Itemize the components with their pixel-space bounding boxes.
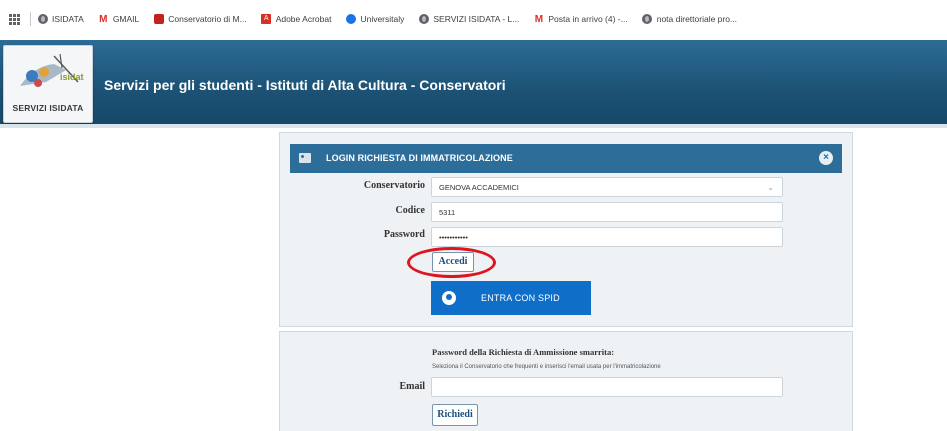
- conservatorio-value: GENOVA ACCADEMICI: [439, 183, 519, 192]
- bookmark-label: Adobe Acrobat: [275, 14, 332, 24]
- bookmark-label: SERVIZI ISIDATA - L...: [433, 14, 520, 24]
- page-title: Servizi per gli studenti - Istituti di A…: [104, 77, 506, 93]
- logo-text: isidata: [60, 72, 84, 82]
- codice-input[interactable]: 5311: [431, 202, 783, 222]
- conservatorio-label: Conservatorio: [363, 180, 425, 191]
- email-input[interactable]: [431, 377, 783, 397]
- isidata-logo[interactable]: isidata SERVIZI ISIDATA: [3, 45, 93, 123]
- recovery-title: Password della Richiesta di Ammissione s…: [432, 347, 615, 357]
- login-panel-title: LOGIN RICHIESTA DI IMMATRICOLAZIONE: [326, 153, 513, 163]
- recovery-instructions: Seleziona il Conservatorio che frequenti…: [432, 364, 661, 370]
- password-input[interactable]: •••••••••••: [431, 227, 783, 247]
- bookmark-gmail[interactable]: M GMAIL: [98, 14, 139, 25]
- bookmark-isidata[interactable]: ISIDATA: [37, 14, 84, 25]
- pdf-icon: A: [261, 14, 272, 25]
- spid-user-icon: [442, 291, 456, 305]
- globe-icon: [37, 14, 48, 25]
- bookmark-label: ISIDATA: [52, 14, 84, 24]
- bookmark-label: Conservatorio di M...: [168, 14, 247, 24]
- bookmark-posta-in-arrivo[interactable]: M Posta in arrivo (4) -...: [533, 13, 628, 25]
- gmail-icon: M: [534, 13, 544, 25]
- bookmarks-separator: [30, 12, 31, 26]
- conservatorio-select[interactable]: GENOVA ACCADEMICI ⌄: [431, 177, 783, 197]
- bookmark-label: GMAIL: [112, 14, 140, 24]
- red-square-icon: [153, 14, 164, 25]
- password-label: Password: [383, 229, 425, 240]
- codice-label: Codice: [395, 205, 425, 216]
- spid-button-label: ENTRA CON SPID: [481, 293, 560, 303]
- close-icon[interactable]: ×: [819, 151, 833, 165]
- login-panel-header: LOGIN RICHIESTA DI IMMATRICOLAZIONE ×: [290, 144, 842, 173]
- codice-value: 5311: [439, 208, 456, 217]
- password-value: •••••••••••: [439, 233, 468, 242]
- globe-icon: [418, 14, 429, 25]
- apps-grid-icon[interactable]: [0, 13, 28, 25]
- globe-icon: [642, 14, 653, 25]
- site-header: isidata SERVIZI ISIDATA Servizi per gli …: [0, 40, 947, 124]
- spid-login-button[interactable]: ENTRA CON SPID: [431, 281, 591, 315]
- email-label: Email: [399, 381, 425, 392]
- gmail-icon: M: [99, 13, 108, 25]
- bookmark-adobe-acrobat[interactable]: A Adobe Acrobat: [261, 14, 332, 25]
- universitaly-icon: [345, 14, 356, 25]
- header-divider: [0, 124, 947, 128]
- bookmark-universitaly[interactable]: Universitaly: [345, 14, 404, 25]
- richiedi-button[interactable]: Richiedi: [432, 404, 478, 426]
- bookmarks-bar: ISIDATA M GMAIL Conservatorio di M... A …: [0, 0, 947, 38]
- bookmark-servizi-isidata[interactable]: SERVIZI ISIDATA - L...: [418, 14, 519, 25]
- bookmark-conservatorio[interactable]: Conservatorio di M...: [153, 14, 247, 25]
- id-card-icon: [299, 153, 311, 163]
- bookmark-label: Posta in arrivo (4) -...: [548, 14, 628, 24]
- bookmark-nota-direttoriale[interactable]: nota direttoriale pro...: [642, 14, 737, 25]
- bookmark-label: Universitaly: [360, 14, 405, 24]
- logo-caption: SERVIZI ISIDATA: [12, 103, 84, 113]
- chevron-down-icon: ⌄: [767, 183, 774, 192]
- logo-artwork-icon: isidata: [20, 53, 84, 87]
- highlight-circle: [407, 247, 496, 278]
- bookmark-label: nota direttoriale pro...: [656, 14, 738, 24]
